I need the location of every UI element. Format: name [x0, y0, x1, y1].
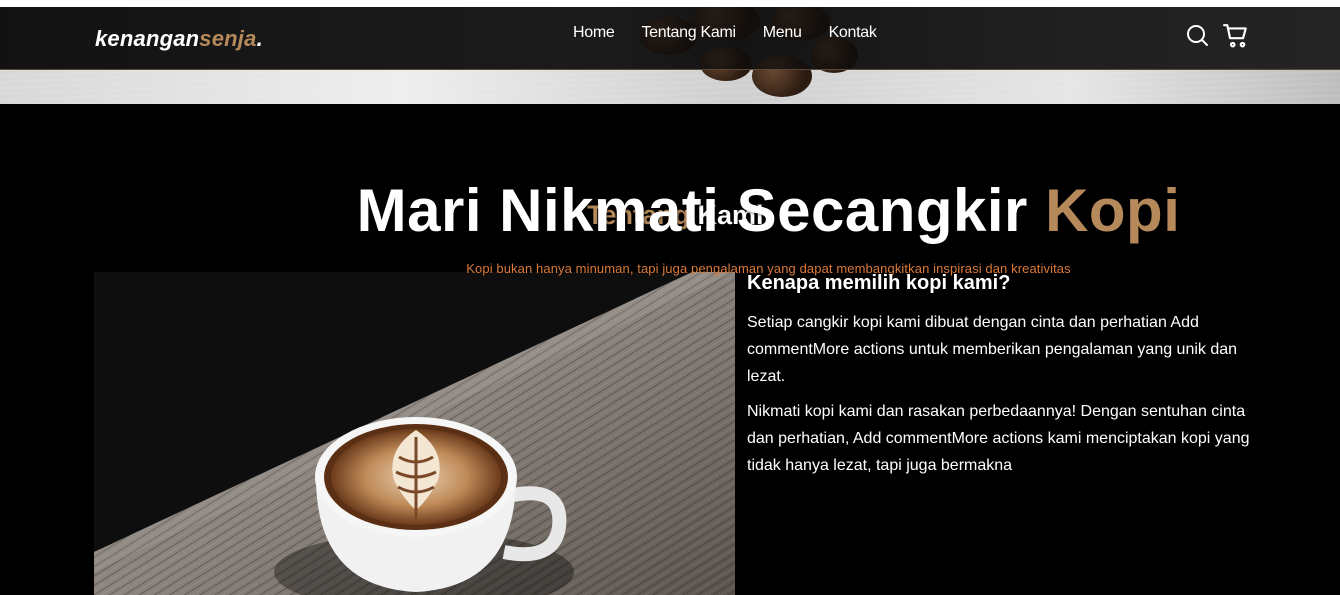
brand-part2: senja — [199, 26, 257, 51]
brand-part3: . — [256, 26, 263, 51]
brand-part1: kenangan — [95, 26, 200, 51]
about-paragraph-2: Nikmati kopi kami dan rasakan perbedaann… — [747, 403, 1250, 474]
coffee-latte-image — [94, 272, 735, 595]
brand-logo[interactable]: kenangansenja. — [95, 26, 263, 52]
nav-icons — [1185, 23, 1247, 48]
top-strip — [0, 0, 1340, 7]
wood-surface — [0, 69, 1340, 104]
shopping-cart-icon[interactable] — [1223, 23, 1247, 48]
hero-title: Mari Nikmati Secangkir Kopi — [0, 176, 1340, 245]
about-heading: Kenapa memilih kopi kami? — [747, 272, 1011, 294]
nav-item-tentang-kami[interactable]: Tentang Kami — [641, 24, 736, 42]
navbar: kenangansenja. Home Tentang Kami Menu Ko… — [0, 7, 1340, 70]
nav-item-kontak[interactable]: Kontak — [829, 24, 877, 42]
nav-links: Home Tentang Kami Menu Kontak — [573, 24, 904, 42]
nav-item-home[interactable]: Home — [573, 24, 615, 42]
about-paragraph-1: Setiap cangkir kopi kami dibuat dengan c… — [747, 314, 1238, 385]
nav-item-menu[interactable]: Menu — [763, 24, 802, 42]
search-icon[interactable] — [1185, 23, 1209, 47]
about-content: Kenapa memilih kopi kami? Setiap cangkir… — [747, 272, 1257, 487]
hero-title-accent: Kopi — [1045, 177, 1181, 244]
hero-title-main: Mari Nikmati Secangkir — [356, 177, 1046, 244]
